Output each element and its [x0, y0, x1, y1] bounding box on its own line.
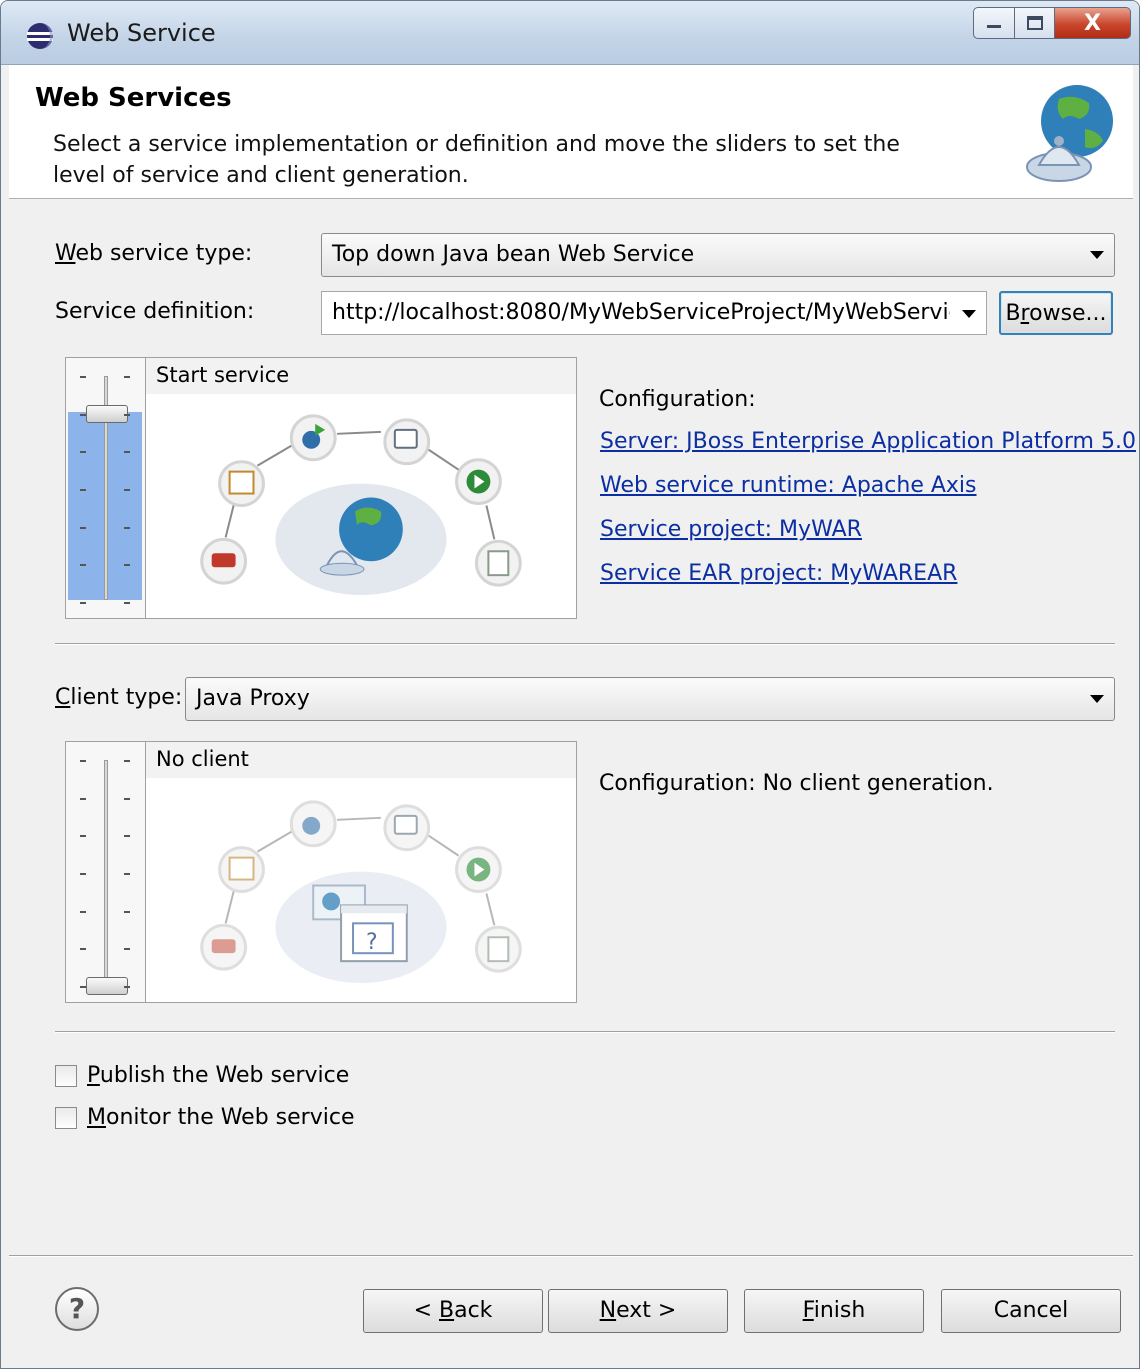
wizard-header: Web Services Select a service implementa… — [9, 65, 1133, 199]
service-ear-project-link[interactable]: Service EAR project: MyWAREAR — [600, 561, 957, 586]
minimize-icon — [987, 25, 1001, 28]
client-level-slider[interactable] — [66, 742, 146, 1002]
client-type-select[interactable]: Java Proxy — [185, 677, 1115, 721]
browse-button[interactable]: Browse... — [999, 291, 1113, 335]
web-service-runtime-link[interactable]: Web service runtime: Apache Axis — [600, 473, 977, 498]
client-slider-thumb[interactable] — [86, 977, 128, 995]
slider-tick — [80, 873, 86, 875]
slider-tick — [80, 948, 86, 951]
cancel-button[interactable]: Cancel — [941, 1289, 1121, 1333]
client-slider-rail — [104, 760, 108, 984]
service-slider-panel: Start service — [65, 357, 577, 619]
client-type-label: Client type: — [55, 685, 183, 710]
slider-tick — [80, 451, 86, 454]
service-definition-input[interactable]: http://localhost:8080/MyWebServiceProjec… — [321, 291, 987, 335]
dialog-window: Web Service X Web Services Select a serv… — [0, 0, 1140, 1369]
slider-tick — [124, 602, 130, 604]
monitor-label: Monitor the Web service — [87, 1105, 355, 1130]
slider-tick — [80, 797, 86, 800]
back-button[interactable]: < Back — [363, 1289, 543, 1333]
slider-tick — [124, 376, 130, 378]
minimize-button[interactable] — [973, 7, 1015, 39]
finish-button[interactable]: Finish — [744, 1289, 924, 1333]
slider-tick — [80, 602, 86, 604]
slider-tick — [124, 760, 130, 762]
slider-tick — [80, 910, 86, 913]
checkbox-box[interactable] — [55, 1106, 77, 1129]
slider-tick — [80, 526, 86, 529]
client-slider-panel: No client ? — [65, 741, 577, 1003]
monitor-checkbox[interactable]: Monitor the Web service — [55, 1105, 354, 1130]
slider-tick — [80, 760, 86, 762]
separator — [55, 643, 1115, 645]
toolbox-icon — [211, 553, 236, 568]
service-slider-caption: Start service — [146, 358, 576, 394]
help-icon[interactable]: ? — [55, 1287, 99, 1331]
slider-tick — [80, 564, 86, 567]
checkbox-box[interactable] — [55, 1064, 77, 1087]
slider-tick — [124, 910, 130, 913]
eclipse-icon — [27, 23, 53, 49]
maximize-icon — [1026, 16, 1043, 30]
slider-tick — [124, 564, 130, 567]
service-definition-label: Service definition: — [55, 299, 255, 324]
window-controls: X — [973, 7, 1131, 41]
separator — [9, 1255, 1133, 1257]
slider-tick — [80, 986, 86, 988]
service-type-select[interactable]: Top down Java bean Web Service — [321, 233, 1115, 277]
page-description: Select a service implementation or defin… — [53, 132, 900, 188]
test-icon — [487, 550, 510, 577]
web-services-globe-icon — [1026, 85, 1113, 182]
service-slider-thumb[interactable] — [86, 405, 128, 424]
close-icon: X — [1084, 10, 1101, 36]
slider-tick — [124, 835, 130, 838]
publish-checkbox[interactable]: Publish the Web service — [55, 1063, 349, 1088]
slider-tick — [124, 873, 130, 875]
publish-label: Publish the Web service — [87, 1063, 350, 1088]
slider-tick — [124, 451, 130, 454]
chevron-down-icon — [962, 310, 976, 318]
slider-tick — [124, 526, 130, 529]
slider-tick — [124, 948, 130, 951]
service-project-link[interactable]: Service project: MyWAR — [600, 517, 862, 542]
component-icon — [228, 470, 255, 495]
next-button[interactable]: Next > — [548, 1289, 728, 1333]
server-link[interactable]: Server: JBoss Enterprise Application Pla… — [600, 429, 1136, 454]
title-bar[interactable]: Web Service X — [1, 1, 1139, 65]
deploy-icon — [393, 428, 418, 449]
chevron-down-icon — [1090, 251, 1104, 259]
slider-tick — [124, 413, 130, 416]
maximize-button[interactable] — [1015, 7, 1055, 39]
window-title: Web Service — [67, 19, 216, 47]
service-level-slider[interactable] — [66, 358, 146, 618]
service-lifecycle-diagram — [200, 414, 522, 596]
slider-tick — [124, 797, 130, 800]
slider-tick — [80, 489, 86, 491]
service-configuration-label: Configuration: — [599, 387, 756, 412]
slider-tick — [80, 376, 86, 378]
svg-text:?: ? — [366, 930, 378, 955]
close-button[interactable]: X — [1055, 7, 1131, 39]
service-type-value: Top down Java bean Web Service — [332, 242, 695, 267]
slider-tick — [80, 413, 86, 416]
client-lifecycle-diagram: ? — [200, 800, 522, 984]
slider-tick — [124, 986, 130, 988]
slider-tick — [124, 489, 130, 491]
separator — [55, 1031, 1115, 1033]
chevron-down-icon — [1090, 695, 1104, 703]
client-type-value: Java Proxy — [196, 686, 310, 711]
service-definition-value: http://localhost:8080/MyWebServiceProjec… — [332, 300, 950, 325]
client-slider-caption: No client — [146, 742, 576, 778]
service-type-label: Web service type: — [55, 241, 253, 266]
page-title: Web Services — [35, 83, 232, 113]
client-configuration-text: Configuration: No client generation. — [599, 771, 994, 796]
slider-tick — [80, 835, 86, 838]
